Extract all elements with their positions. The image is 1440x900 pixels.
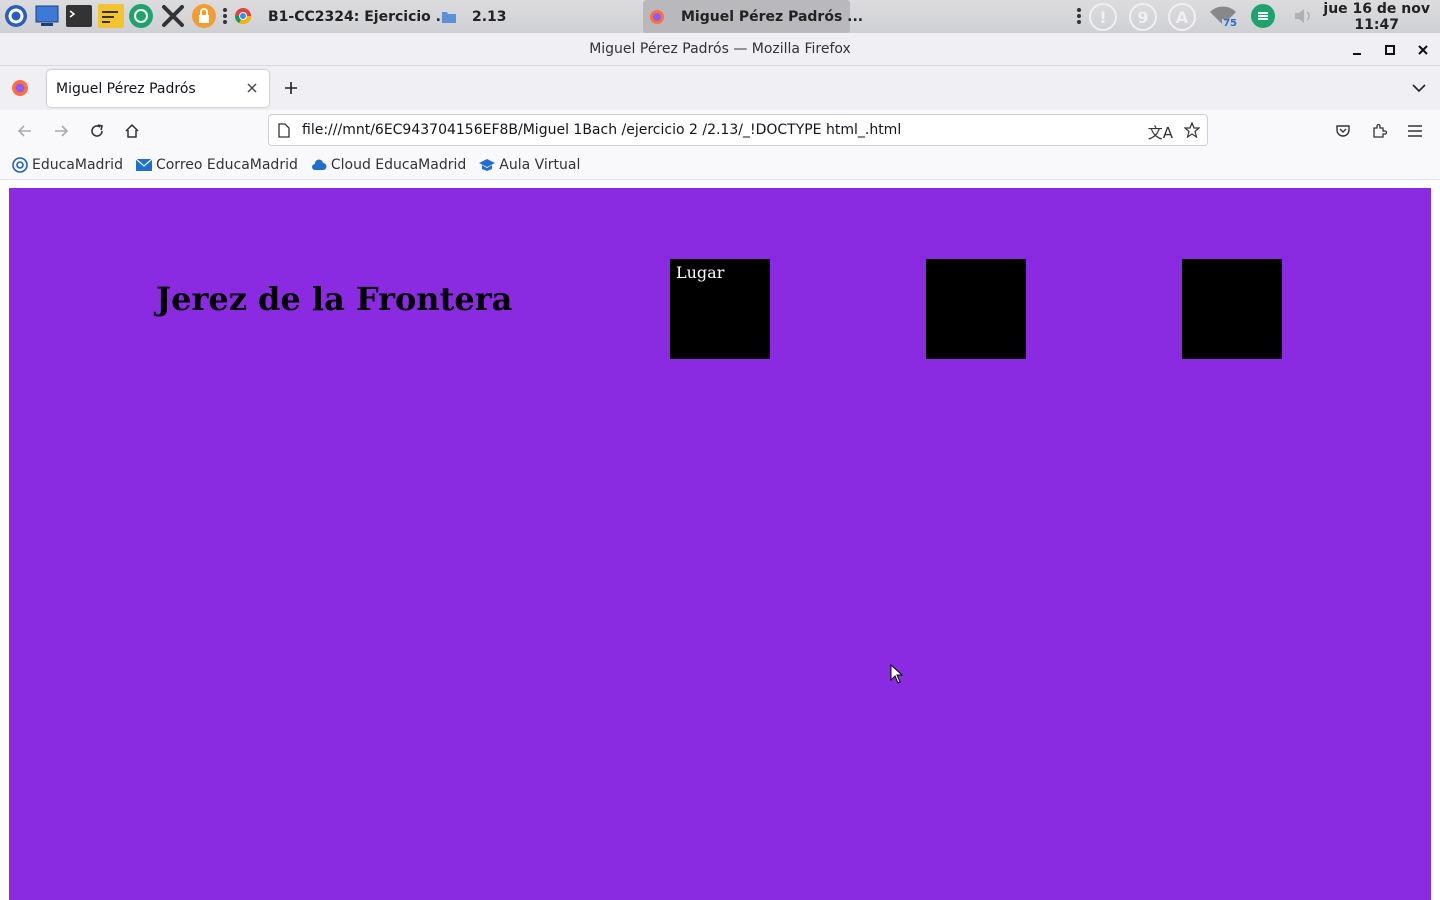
mouse-cursor-icon — [890, 663, 904, 684]
black-box-3 — [1182, 259, 1282, 359]
list-all-tabs-button[interactable] — [1408, 77, 1430, 99]
graduation-cap-icon — [479, 157, 496, 173]
clock-date: jue 16 de nov — [1323, 1, 1430, 17]
shutter-icon[interactable] — [128, 3, 154, 29]
app-menu-button[interactable] — [1400, 116, 1430, 146]
box-label: Lugar — [676, 263, 725, 282]
page-heading: Jerez de la Frontera — [156, 280, 513, 318]
x-tool-icon[interactable] — [160, 3, 186, 29]
bookmark-label: Correo EducaMadrid — [155, 157, 298, 173]
close-window-button[interactable] — [1406, 33, 1440, 66]
taskbar-item-label: B1-CC2324: Ejercicio ... — [268, 8, 452, 25]
battery-level: 75 — [1223, 18, 1237, 29]
firefox-icon — [649, 9, 665, 25]
page-body: Jerez de la Frontera Lugar — [9, 188, 1431, 900]
folder-icon — [442, 11, 456, 23]
tray-more-icon[interactable] — [1072, 3, 1086, 29]
bookmark-cloud[interactable]: Cloud EducaMadrid — [311, 157, 466, 173]
translate-icon[interactable]: 文A — [1148, 122, 1173, 143]
terminal-icon[interactable] — [66, 3, 92, 29]
chrome-icon[interactable] — [232, 3, 254, 29]
sync-icon[interactable] — [1250, 3, 1276, 29]
taskbar-item-folder[interactable]: 2.13 — [442, 0, 507, 33]
puzzle-icon — [1373, 123, 1387, 138]
close-icon — [1418, 44, 1428, 55]
desktop-icon[interactable] — [34, 3, 60, 29]
mail-icon — [135, 157, 152, 173]
url-bar[interactable]: file:///mnt/6EC943704156EF8B/Miguel 1Bac… — [268, 114, 1208, 146]
notes-icon[interactable] — [98, 3, 124, 29]
forward-button[interactable] — [46, 116, 76, 146]
minimize-icon — [1353, 52, 1361, 55]
notification-count-icon[interactable]: 9 — [1129, 3, 1157, 31]
plus-icon — [285, 82, 297, 94]
tab-strip: Miguel Pérez Padrós — [0, 66, 1440, 110]
window-title: Miguel Pérez Padrós — Mozilla Firefox — [589, 41, 851, 57]
clock-time: 11:47 — [1354, 17, 1399, 33]
more-vertical-icon[interactable] — [220, 3, 230, 29]
wifi-icon[interactable]: 75 — [1208, 3, 1238, 29]
minimize-button[interactable] — [1340, 33, 1374, 66]
firefox-view-icon[interactable] — [11, 79, 29, 97]
extensions-button[interactable] — [1364, 116, 1394, 146]
cloud-icon — [311, 157, 327, 173]
bookmark-label: Aula Virtual — [499, 157, 581, 173]
tab-close-button[interactable] — [243, 79, 261, 97]
tab-label: Miguel Pérez Padrós — [56, 80, 196, 97]
maximize-icon — [1385, 44, 1395, 55]
taskbar-item-firefox[interactable]: Miguel Pérez Padrós ... — [643, 0, 863, 33]
app-menu-icon[interactable] — [3, 3, 29, 29]
chevron-down-icon — [1412, 84, 1426, 93]
volume-icon[interactable] — [1290, 3, 1316, 29]
bookmarks-toolbar: EducaMadrid Correo EducaMadrid Cloud Edu… — [0, 151, 1440, 180]
hamburger-menu-icon — [1408, 125, 1422, 137]
bookmark-label: Cloud EducaMadrid — [330, 157, 467, 173]
maximize-button[interactable] — [1373, 33, 1407, 66]
system-panel: B1-CC2324: Ejercicio ... 2.13 Miguel Pér… — [0, 0, 1440, 33]
bookmark-educamadrid[interactable]: EducaMadrid — [12, 157, 123, 173]
page-icon — [278, 123, 290, 138]
close-icon — [247, 83, 257, 93]
black-box-2 — [926, 259, 1026, 359]
bookmark-aula-virtual[interactable]: Aula Virtual — [479, 157, 580, 173]
lock-icon[interactable] — [191, 3, 217, 29]
bookmark-correo[interactable]: Correo EducaMadrid — [135, 157, 298, 173]
new-tab-button[interactable] — [280, 77, 302, 99]
update-alert-icon[interactable]: ! — [1089, 3, 1117, 31]
black-box-lugar: Lugar — [670, 259, 770, 359]
arrow-right-icon — [55, 125, 69, 137]
url-text: file:///mnt/6EC943704156EF8B/Miguel 1Bac… — [302, 122, 902, 138]
back-button[interactable] — [10, 116, 40, 146]
taskbar-item-label: 2.13 — [472, 8, 507, 25]
pocket-button[interactable] — [1328, 116, 1358, 146]
keyboard-layout-icon[interactable]: A — [1168, 3, 1196, 31]
content-viewport: Jerez de la Frontera Lugar — [0, 180, 1440, 900]
clock[interactable]: jue 16 de nov 11:47 — [1323, 1, 1430, 33]
pocket-icon — [1336, 125, 1350, 137]
educamadrid-icon — [12, 157, 28, 173]
reload-icon — [91, 124, 103, 137]
window-titlebar[interactable]: Miguel Pérez Padrós — Mozilla Firefox — [0, 33, 1440, 66]
taskbar-item-label: Miguel Pérez Padrós ... — [681, 8, 864, 25]
arrow-left-icon — [17, 125, 31, 137]
navigation-toolbar: file:///mnt/6EC943704156EF8B/Miguel 1Bac… — [0, 110, 1440, 151]
bookmark-star-icon[interactable] — [1184, 122, 1200, 138]
home-button[interactable] — [117, 116, 147, 146]
bookmark-label: EducaMadrid — [32, 157, 123, 173]
tab-active[interactable]: Miguel Pérez Padrós — [47, 70, 269, 107]
taskbar-item-exercise[interactable]: B1-CC2324: Ejercicio ... — [268, 0, 452, 33]
reload-button[interactable] — [82, 116, 112, 146]
home-icon — [125, 123, 139, 138]
